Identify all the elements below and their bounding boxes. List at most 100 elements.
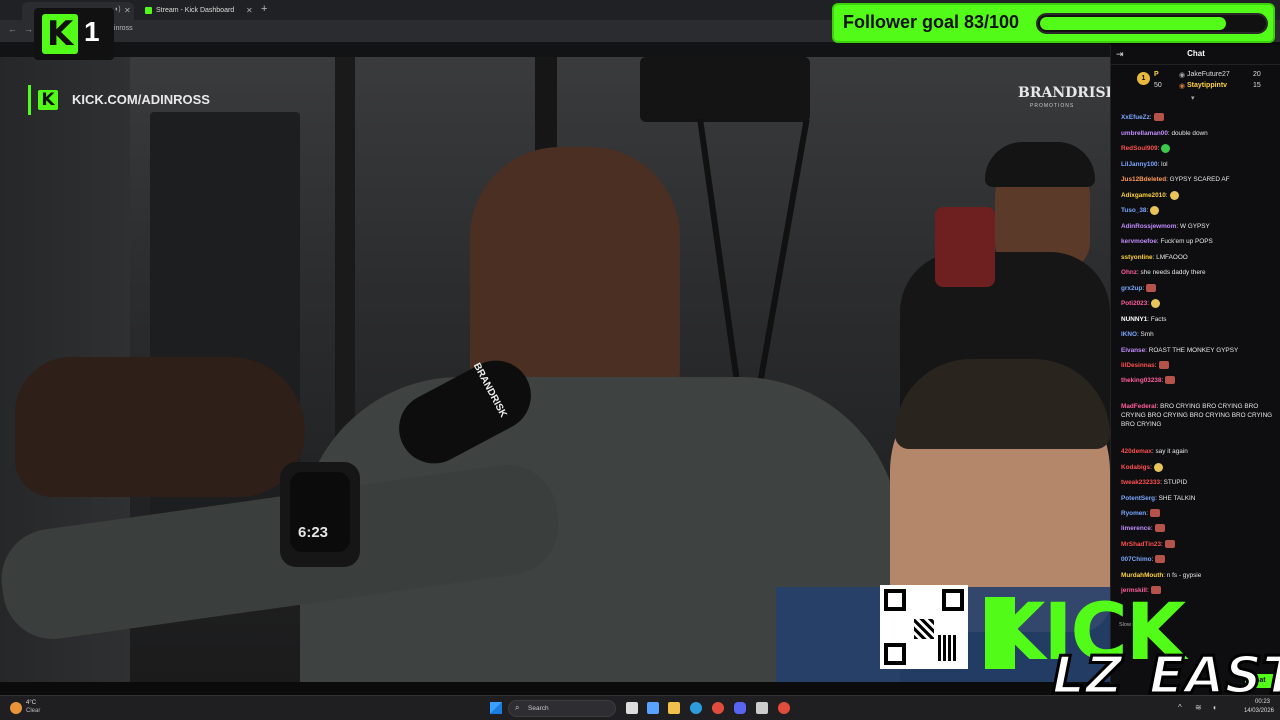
leader-name: P (1154, 71, 1159, 78)
app-icon[interactable] (756, 702, 768, 714)
clock-time[interactable]: 00:23 (1238, 699, 1270, 705)
chat-message: theking03238: (1121, 376, 1273, 385)
back-icon[interactable]: ← (8, 24, 17, 34)
edge-icon[interactable] (690, 702, 702, 714)
app-icon[interactable] (778, 702, 790, 714)
qr-code[interactable] (880, 585, 968, 669)
chat-username[interactable]: kervmoefoe (1121, 238, 1157, 245)
stream-video[interactable]: 6:23 BRANDRISK K KICK.COM/ADINROSS BRAND… (0, 57, 1110, 682)
chat-text: : (1147, 300, 1150, 308)
chat-text: : (1161, 377, 1164, 384)
chat-text: : Smh (1136, 331, 1154, 338)
sponsor-logo: BRANDRISK (1018, 85, 1110, 101)
chat-username[interactable]: Eivanse (1121, 347, 1145, 354)
chat-title: Chat (1187, 49, 1205, 58)
third-name: Staytippintv (1187, 82, 1228, 89)
chat-username[interactable]: NUNNY1 (1121, 316, 1147, 323)
chat-header: ⇥ Chat (1111, 45, 1280, 65)
chat-username[interactable]: theking03238 (1121, 377, 1162, 384)
chat-text: : SHE TALKIN (1155, 495, 1196, 502)
emote-icon (1150, 206, 1160, 215)
chat-message: lilDesinnas: (1121, 361, 1273, 370)
chat-message: Ryomen: (1121, 509, 1273, 518)
badge-number: 1 (84, 16, 100, 47)
mic-flag-label: BRANDRISK (470, 361, 509, 420)
chat-username[interactable]: MrShadTin23 (1121, 541, 1161, 548)
emote-icon (1151, 299, 1161, 308)
chat-username[interactable]: Tuso_38 (1121, 207, 1146, 214)
tray-chevron-icon[interactable]: ^ (1178, 703, 1182, 712)
volume-icon[interactable]: ◖ (1212, 703, 1217, 712)
chat-text: : (1150, 525, 1153, 532)
chat-text: : say it again (1151, 448, 1188, 455)
chat-message: limerence: (1121, 524, 1273, 533)
chevron-down-icon[interactable]: ▾ (1191, 94, 1195, 102)
emote-icon (1153, 463, 1163, 472)
follower-goal-label: Follower goal 83/100 (843, 12, 1020, 32)
chat-username[interactable]: 007Chimo (1121, 556, 1152, 563)
close-icon[interactable]: ✕ (124, 6, 131, 15)
chat-message: sstyonline: LMFAOOO (1121, 253, 1273, 262)
page-header-strip (0, 42, 1110, 57)
chat-username[interactable]: Kodabigs (1121, 464, 1150, 471)
chat-message: AdinRossjewmom: W GYPSY (1121, 222, 1273, 231)
close-icon[interactable]: ✕ (246, 6, 253, 15)
windows-taskbar: 4°C Clear ⌕ Search ^ ≋ ◖ 00:23 14/03/202… (0, 695, 1280, 720)
chat-text: : (1157, 145, 1160, 153)
chat-username[interactable]: Jus12Bdeleted (1121, 176, 1166, 183)
speaker-icon[interactable]: ◖) (114, 6, 121, 13)
chat-username[interactable]: lilDesinnas (1121, 362, 1155, 369)
chat-username[interactable]: sstyonline (1121, 254, 1153, 261)
chat-username[interactable]: XxEfueZz (1121, 114, 1150, 121)
chat-username[interactable]: grx2up (1121, 285, 1142, 292)
gift-leaderboard[interactable]: 1 P 50 ◉ JakeFuture27 20 ◉ Staytippintv … (1111, 67, 1280, 105)
chat-username[interactable]: RedSoul909 (1121, 145, 1158, 152)
chat-username[interactable]: Poti2023 (1121, 300, 1147, 307)
chat-username[interactable]: umbrellaman00 (1121, 130, 1168, 137)
chat-message: kervmoefoe: Fuck'em up POPS (1121, 237, 1273, 246)
new-tab-button[interactable]: + (261, 3, 267, 15)
chat-text: : GYPSY SCARED AF (1166, 176, 1230, 183)
chat-text: : Facts (1147, 316, 1167, 323)
widgets-icon[interactable] (647, 702, 659, 714)
chat-username[interactable]: LilJanny100 (1121, 161, 1158, 168)
weather-temp: 4°C (26, 700, 37, 706)
tab-kick-dashboard[interactable]: Stream - Kick Dashboard (140, 2, 258, 20)
second-name: JakeFuture27 (1187, 71, 1230, 78)
chat-username[interactable]: Ohnz (1121, 269, 1137, 276)
chat-username[interactable]: IKNO (1121, 331, 1137, 338)
clock-date[interactable]: 14/03/2026 (1238, 708, 1274, 714)
chat-message: MurdahMouth: n fs - gypsie (1121, 571, 1273, 580)
chrome-icon[interactable] (712, 702, 724, 714)
task-view-icon[interactable] (626, 702, 638, 714)
chat-text: : (1146, 510, 1148, 517)
chat-username[interactable]: 420demax (1121, 448, 1152, 455)
chat-message: MadFederal: BRO CRYING BRO CRYING BRO CR… (1121, 402, 1273, 429)
chat-username[interactable]: MurdahMouth (1121, 572, 1163, 579)
weather-desc: Clear (26, 708, 41, 714)
chat-username[interactable]: tweak232333 (1121, 479, 1160, 486)
chat-username[interactable]: Adixgame2010 (1121, 192, 1166, 199)
forward-icon[interactable]: → (24, 24, 33, 34)
taskbar-search[interactable]: ⌕ Search (508, 700, 616, 717)
chat-text: : STUPID (1160, 479, 1188, 486)
chat-username[interactable]: PotentSerg (1121, 495, 1155, 502)
chat-username[interactable]: AdinRossjewmom (1121, 223, 1176, 230)
rank-badge: 1 (1137, 72, 1150, 85)
file-explorer-icon[interactable] (668, 702, 680, 714)
chat-message: Tuso_38: (1121, 206, 1273, 215)
watermark-bar (28, 85, 31, 115)
emote-icon (1161, 144, 1171, 153)
chat-message: XxEfueZz: (1121, 113, 1273, 122)
chat-text: : LMFAOOO (1152, 254, 1188, 261)
chat-username[interactable]: Ryomen (1121, 510, 1146, 517)
chat-text: : (1161, 541, 1163, 548)
chat-username[interactable]: limerence (1121, 525, 1151, 532)
chat-username[interactable]: MadFederal (1121, 403, 1157, 410)
weather-icon[interactable] (10, 702, 22, 714)
start-icon[interactable] (490, 702, 502, 714)
discord-icon[interactable] (734, 702, 746, 714)
medal-icon: ◉ (1179, 83, 1186, 90)
wifi-icon[interactable]: ≋ (1195, 703, 1202, 712)
chat-text: : Fuck'em up POPS (1156, 238, 1213, 245)
